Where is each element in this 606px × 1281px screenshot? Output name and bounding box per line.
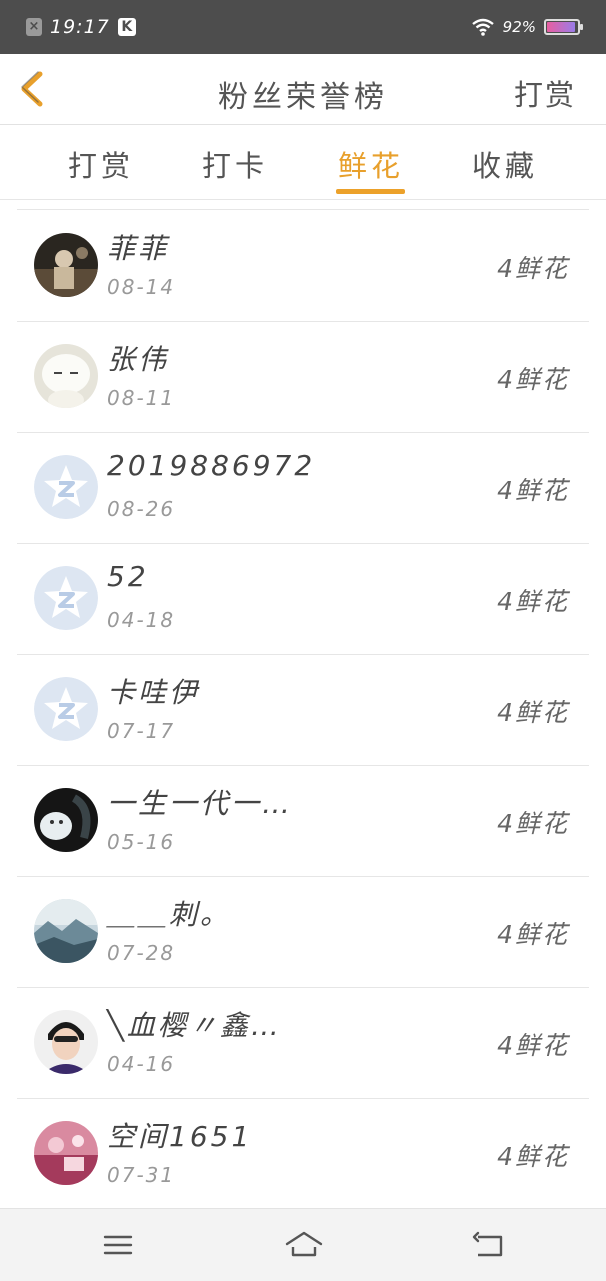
gift-count: 4鲜花 <box>497 365 569 394</box>
tab-bar: 打赏 打卡 鲜花 收藏 <box>0 125 606 200</box>
avatar <box>34 788 98 852</box>
fan-date: 05-16 <box>107 830 176 854</box>
status-bar-left: × 19:17 K <box>26 15 136 39</box>
fan-date: 08-26 <box>107 497 176 521</box>
fan-name: 空间1651 <box>107 1120 253 1153</box>
status-bar-right: 92% <box>471 15 583 39</box>
fan-date: 07-17 <box>107 719 176 743</box>
gift-count: 4鲜花 <box>497 476 569 505</box>
home-icon[interactable] <box>284 1227 324 1263</box>
gift-count: 4鲜花 <box>497 809 569 838</box>
battery-level <box>547 22 575 32</box>
list-item[interactable]: 一生一代一… 05-16 4鲜花 <box>17 766 589 877</box>
k-app-icon: K <box>117 18 136 36</box>
title-bar: 粉丝荣誉榜 打赏 <box>0 54 606 125</box>
fan-date: 08-11 <box>107 386 176 410</box>
fan-name: 菲菲 <box>107 232 170 265</box>
status-bar: × 19:17 K 92% <box>0 0 606 54</box>
tab-favorites[interactable]: 收藏 <box>460 143 550 185</box>
gift-count: 4鲜花 <box>497 1142 569 1171</box>
list-divider <box>17 209 589 210</box>
wifi-icon <box>471 18 494 36</box>
menu-icon[interactable] <box>100 1227 136 1263</box>
fan-date: 08-14 <box>107 275 176 299</box>
avatar <box>34 1121 98 1185</box>
fan-date: 04-18 <box>107 608 176 632</box>
tab-flowers[interactable]: 鲜花 <box>326 143 416 185</box>
list-item[interactable]: ╲血樱〃鑫… 04-16 4鲜花 <box>17 988 589 1099</box>
list-item[interactable]: 菲菲 08-14 4鲜花 <box>17 211 589 322</box>
avatar <box>34 233 98 297</box>
fan-name: 一生一代一… <box>107 787 294 820</box>
fan-name: 2019886972 <box>107 449 316 482</box>
gift-count: 4鲜花 <box>497 254 569 283</box>
fan-name: 卡哇伊 <box>107 676 201 709</box>
battery-icon <box>544 19 583 35</box>
list-item[interactable]: 52 04-18 4鲜花 <box>17 544 589 655</box>
status-time: 19:17 <box>50 16 110 38</box>
active-tab-indicator <box>336 189 405 194</box>
fan-name: 52 <box>107 560 149 593</box>
tab-reward[interactable]: 打赏 <box>56 143 146 185</box>
avatar <box>34 899 98 963</box>
fan-date: 07-31 <box>107 1163 176 1187</box>
avatar <box>34 344 98 408</box>
gift-count: 4鲜花 <box>497 587 569 616</box>
list-item[interactable]: 张伟 08-11 4鲜花 <box>17 322 589 433</box>
avatar <box>34 1010 98 1074</box>
default-avatar-icon <box>34 566 98 630</box>
fan-list: 菲菲 08-14 4鲜花 张伟 08-11 4鲜花 2019886972 08-… <box>17 211 589 1210</box>
fan-name: 张伟 <box>107 343 170 376</box>
fan-name: ＿＿刺。 <box>107 898 232 931</box>
fan-date: 04-16 <box>107 1052 176 1076</box>
fan-date: 07-28 <box>107 941 176 965</box>
notification-close-icon: × <box>26 18 42 36</box>
system-nav-bar <box>0 1208 606 1281</box>
battery-percent: 92% <box>502 18 536 36</box>
gift-count: 4鲜花 <box>497 698 569 727</box>
gift-count: 4鲜花 <box>497 1031 569 1060</box>
reward-button[interactable]: 打赏 <box>514 72 576 114</box>
back-icon[interactable] <box>470 1227 506 1263</box>
list-item[interactable]: ＿＿刺。 07-28 4鲜花 <box>17 877 589 988</box>
list-item[interactable]: 空间1651 07-31 4鲜花 <box>17 1099 589 1210</box>
default-avatar-icon <box>34 455 98 519</box>
list-item[interactable]: 卡哇伊 07-17 4鲜花 <box>17 655 589 766</box>
default-avatar-icon <box>34 677 98 741</box>
tab-checkin[interactable]: 打卡 <box>190 143 280 185</box>
list-item[interactable]: 2019886972 08-26 4鲜花 <box>17 433 589 544</box>
gift-count: 4鲜花 <box>497 920 569 949</box>
fan-name: ╲血樱〃鑫… <box>107 1009 282 1042</box>
